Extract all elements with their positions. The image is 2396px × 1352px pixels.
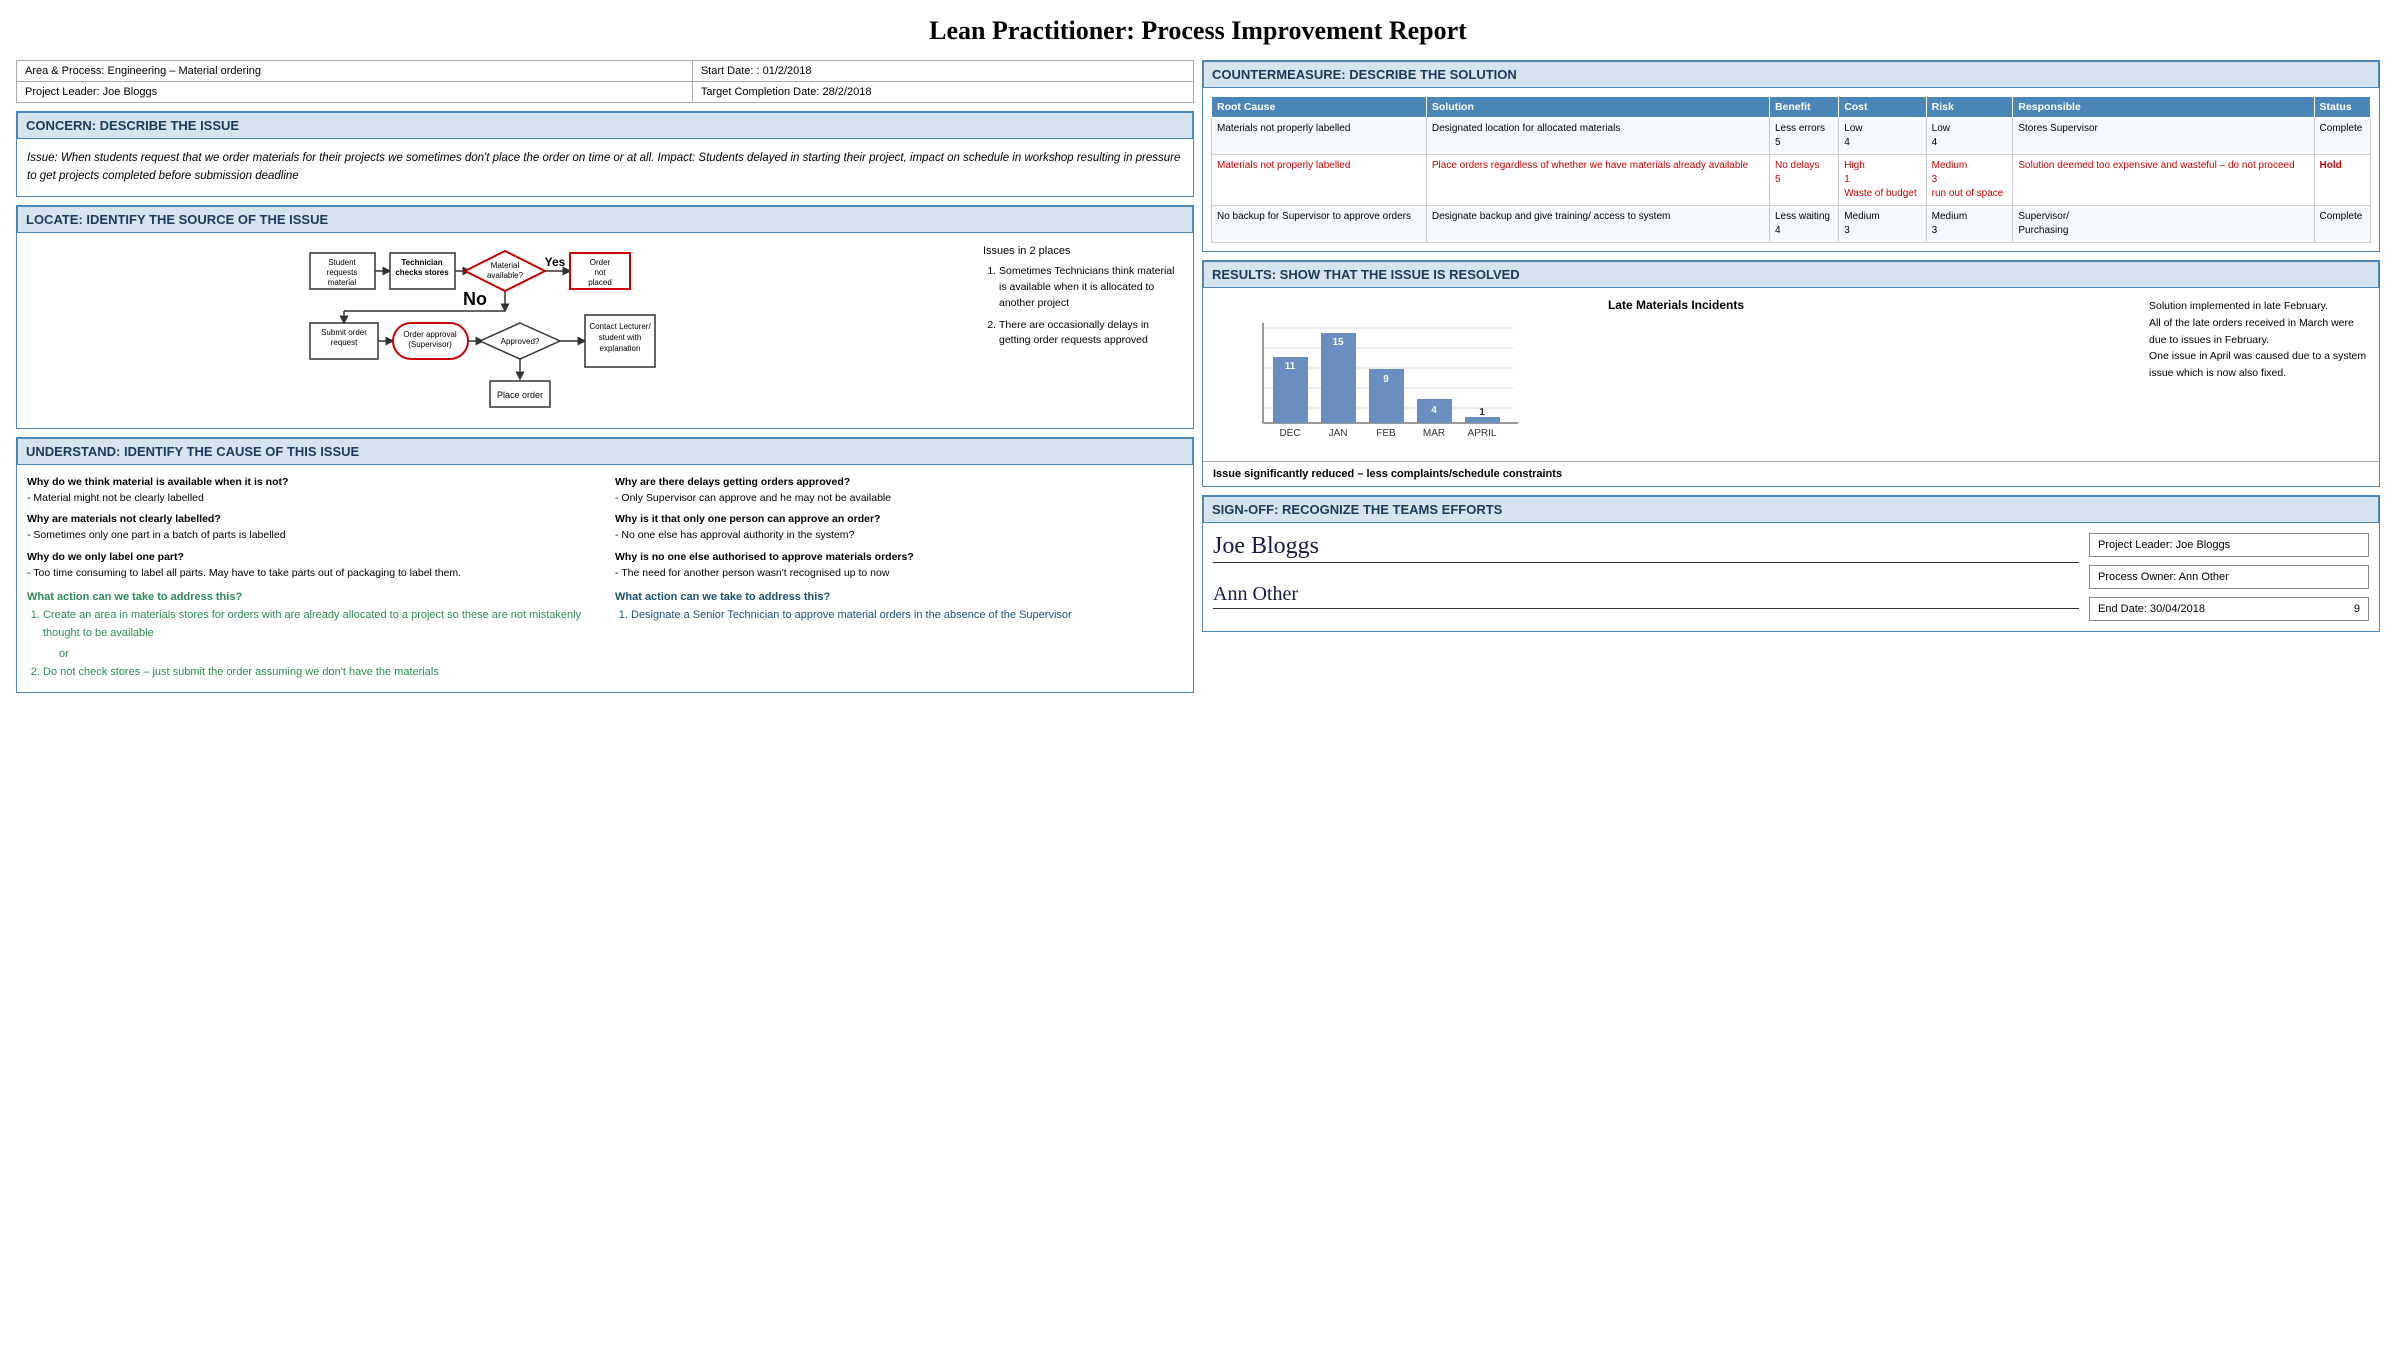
svg-text:Order: Order — [590, 258, 611, 267]
understand-col1: Why do we think material is available wh… — [27, 475, 595, 582]
results-summary: Issue significantly reduced – less compl… — [1203, 461, 2379, 486]
svg-text:checks stores: checks stores — [395, 268, 449, 277]
col-benefit: Benefit — [1769, 97, 1838, 118]
results-narrative: Solution implemented in late February. A… — [2149, 298, 2369, 382]
area-process: Area & Process: Engineering – Material o… — [17, 61, 693, 82]
svg-text:1: 1 — [1479, 407, 1485, 418]
start-date: Start Date: : 01/2/2018 — [692, 61, 1193, 82]
svg-text:9: 9 — [1383, 374, 1389, 385]
svg-text:Approved?: Approved? — [501, 337, 540, 346]
svg-text:11: 11 — [1285, 361, 1296, 372]
svg-text:MAR: MAR — [1423, 428, 1445, 439]
table-row: No backup for Supervisor to approve orde… — [1212, 206, 1427, 243]
concern-heading: CONCERN: DESCRIBE THE ISSUE — [17, 112, 1193, 139]
chart-area: Late Materials Incidents — [1213, 298, 2139, 451]
svg-text:Technician: Technician — [401, 258, 442, 267]
action2-heading: What action can we take to address this? — [615, 591, 1183, 603]
svg-text:(Supervisor): (Supervisor) — [408, 340, 452, 349]
svg-text:Material: Material — [491, 261, 520, 270]
svg-text:not: not — [594, 268, 606, 277]
flow-issues: Issues in 2 places Sometimes Technicians… — [983, 243, 1183, 349]
understand-section: UNDERSTAND: IDENTIFY THE CAUSE OF THIS I… — [16, 437, 1194, 693]
svg-text:Place order: Place order — [497, 390, 543, 400]
svg-text:Student: Student — [328, 258, 356, 267]
q6: Why is no one else authorised to approve… — [615, 550, 1183, 582]
concern-section: CONCERN: DESCRIBE THE ISSUE Issue: When … — [16, 111, 1194, 197]
countermeasure-table: Root Cause Solution Benefit Cost Risk Re… — [1211, 96, 2371, 243]
q1: Why do we think material is available wh… — [27, 475, 595, 507]
q2: Why are materials not clearly labelled? … — [27, 512, 595, 544]
svg-text:APRIL: APRIL — [1468, 428, 1497, 439]
q4: Why are there delays getting orders appr… — [615, 475, 1183, 507]
col-risk: Risk — [1926, 97, 2013, 118]
action1-item2: Do not check stores – just submit the or… — [43, 664, 595, 682]
signoff-section: SIGN-OFF: RECOGNIZE THE TEAMS EFFORTS Jo… — [1202, 495, 2380, 632]
svg-text:JAN: JAN — [1329, 428, 1348, 439]
bar-chart-svg: 11 DEC 15 JAN 9 FEB 4 — [1233, 318, 1533, 448]
sig2: Ann Other — [1213, 583, 1298, 605]
svg-text:Order approval: Order approval — [403, 330, 457, 339]
concern-text: Issue: When students request that we ord… — [27, 149, 1183, 186]
process-owner-field: Process Owner: Ann Other — [2089, 565, 2369, 589]
col-solution: Solution — [1426, 97, 1769, 118]
svg-text:requests: requests — [327, 268, 358, 277]
target-completion: Target Completion Date: 28/2/2018 — [692, 82, 1193, 103]
svg-text:request: request — [331, 338, 358, 347]
locate-heading: LOCATE: IDENTIFY THE SOURCE OF THE ISSUE — [17, 206, 1193, 233]
svg-text:material: material — [328, 278, 357, 287]
locate-section: LOCATE: IDENTIFY THE SOURCE OF THE ISSUE… — [16, 205, 1194, 429]
understand-col2: Why are there delays getting orders appr… — [615, 475, 1183, 582]
action2-item1: Designate a Senior Technician to approve… — [631, 607, 1183, 625]
countermeasure-heading: COUNTERMEASURE: DESCRIBE THE SOLUTION — [1203, 61, 2379, 88]
q5: Why is it that only one person can appro… — [615, 512, 1183, 544]
svg-text:FEB: FEB — [1376, 428, 1396, 439]
signoff-fields: Project Leader: Joe Bloggs Process Owner… — [2089, 533, 2369, 621]
svg-text:Submit order: Submit order — [321, 328, 367, 337]
flow-svg: Student requests material Technician che… — [27, 243, 973, 418]
svg-text:DEC: DEC — [1279, 428, 1300, 439]
results-section: RESULTS: SHOW THAT THE ISSUE IS RESOLVED… — [1202, 260, 2380, 487]
action1-area: What action can we take to address this?… — [27, 591, 595, 681]
flow-diagram: Student requests material Technician che… — [27, 243, 973, 418]
svg-text:placed: placed — [588, 278, 612, 287]
table-row: Materials not properly labelled — [1212, 118, 1427, 155]
table-row: Materials not properly labelled — [1212, 155, 1427, 206]
svg-text:Yes: Yes — [545, 255, 566, 269]
action1-item1: Create an area in materials stores for o… — [43, 607, 595, 642]
issue-1: Sometimes Technicians think material is … — [999, 264, 1183, 311]
sig1: Joe Bloggs — [1213, 533, 1319, 559]
header-info: Area & Process: Engineering – Material o… — [16, 60, 1194, 103]
svg-text:explanation: explanation — [600, 344, 641, 353]
svg-text:Contact Lecturer/: Contact Lecturer/ — [589, 322, 651, 331]
project-leader-field: Project Leader: Joe Bloggs — [2089, 533, 2369, 557]
col-cost: Cost — [1839, 97, 1926, 118]
issue-2: There are occasionally delays in getting… — [999, 318, 1183, 350]
col-responsible: Responsible — [2013, 97, 2314, 118]
results-heading: RESULTS: SHOW THAT THE ISSUE IS RESOLVED — [1203, 261, 2379, 288]
svg-text:available?: available? — [487, 271, 524, 280]
svg-text:No: No — [463, 289, 487, 309]
understand-heading: UNDERSTAND: IDENTIFY THE CAUSE OF THIS I… — [17, 438, 1193, 465]
chart-title: Late Materials Incidents — [1213, 298, 2139, 312]
countermeasure-section: COUNTERMEASURE: DESCRIBE THE SOLUTION Ro… — [1202, 60, 2380, 252]
q3: Why do we only label one part? - Too tim… — [27, 550, 595, 582]
action1-heading: What action can we take to address this? — [27, 591, 595, 603]
project-leader: Project Leader: Joe Bloggs — [17, 82, 693, 103]
issues-title: Issues in 2 places — [983, 243, 1183, 260]
col-status: Status — [2314, 97, 2370, 118]
page-title: Lean Practitioner: Process Improvement R… — [16, 16, 2380, 46]
svg-text:student with: student with — [599, 333, 642, 342]
or-connector: or — [43, 646, 595, 664]
action2-area: What action can we take to address this?… — [615, 591, 1183, 681]
col-root-cause: Root Cause — [1212, 97, 1427, 118]
signature-area: Joe Bloggs Ann Other — [1213, 533, 2079, 613]
end-date-field: End Date: 30/04/2018 9 — [2089, 597, 2369, 621]
svg-text:4: 4 — [1431, 405, 1437, 416]
svg-text:15: 15 — [1332, 337, 1344, 348]
signoff-heading: SIGN-OFF: RECOGNIZE THE TEAMS EFFORTS — [1203, 496, 2379, 523]
